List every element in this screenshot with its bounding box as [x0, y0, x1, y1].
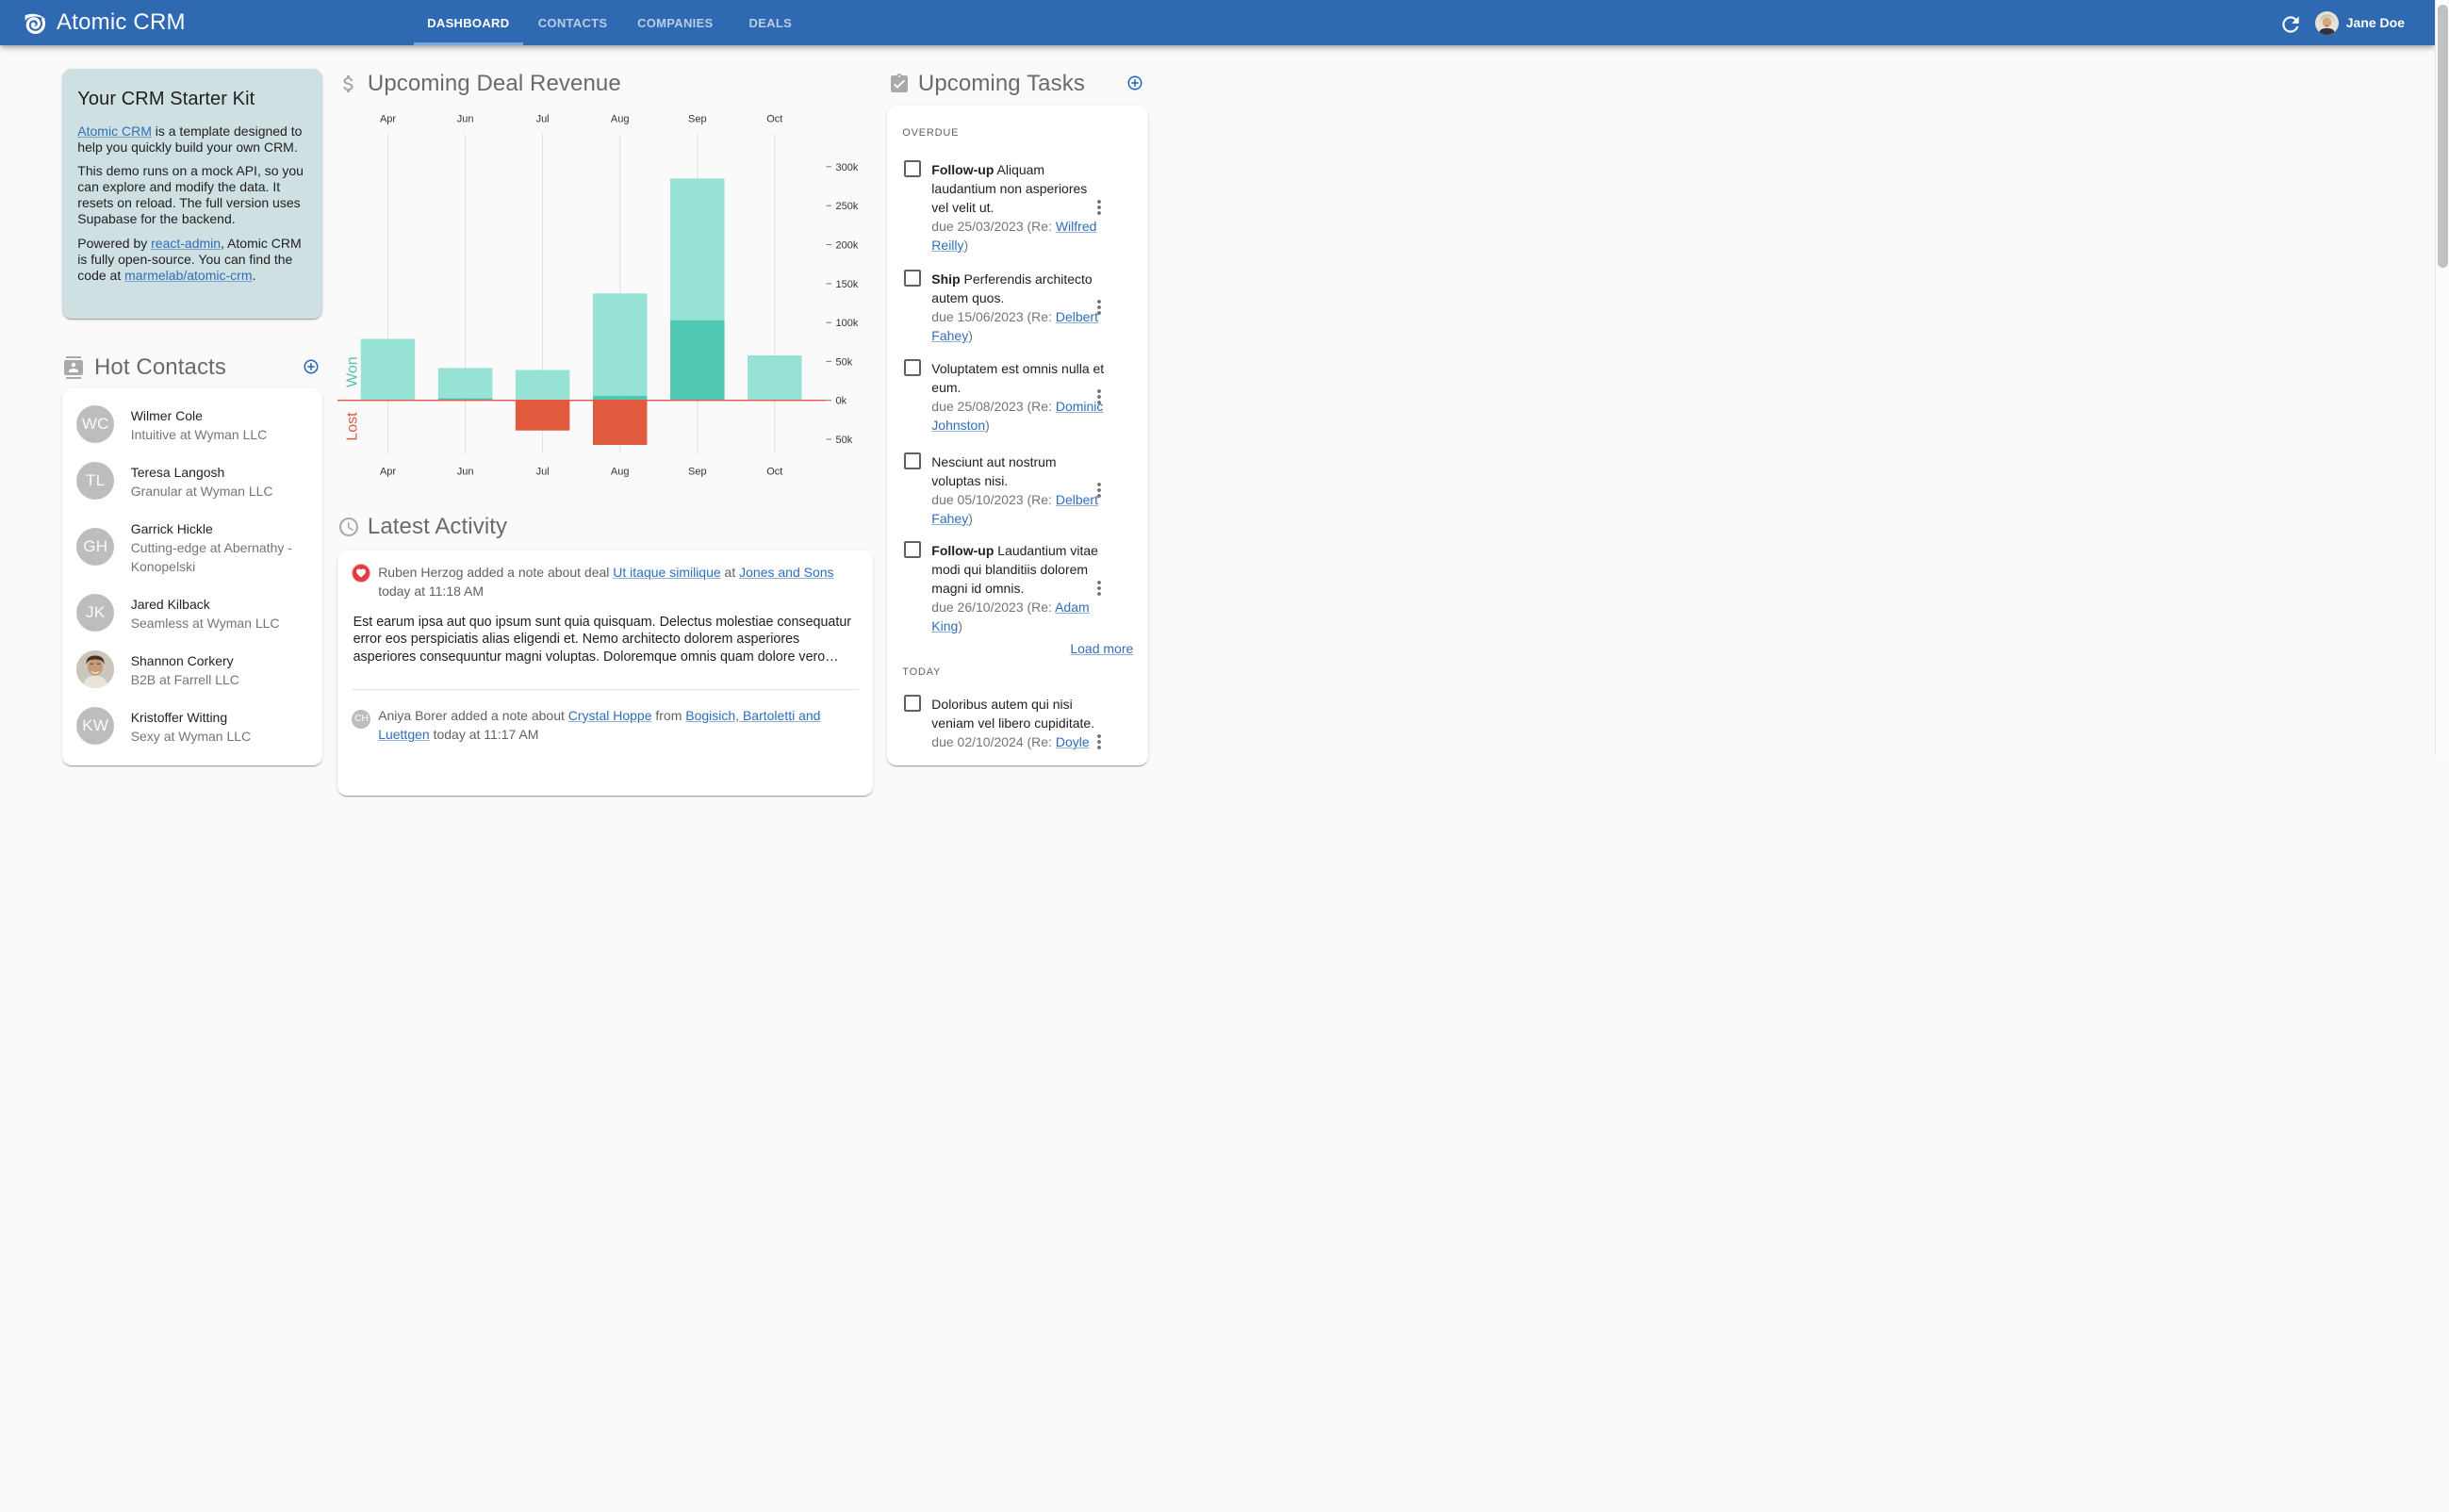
svg-text:Jun: Jun [457, 467, 474, 478]
svg-text:Jul: Jul [535, 114, 549, 125]
svg-text:Aug: Aug [611, 114, 630, 125]
svg-text:Lost: Lost [345, 412, 361, 441]
svg-text:Oct: Oct [766, 114, 782, 125]
svg-text:Apr: Apr [380, 467, 396, 478]
svg-text:50k: 50k [835, 435, 852, 446]
svg-text:100k: 100k [835, 318, 858, 329]
svg-text:50k: 50k [835, 356, 852, 368]
svg-text:Jun: Jun [457, 114, 474, 125]
svg-text:Sep: Sep [688, 114, 707, 125]
svg-text:Aug: Aug [611, 467, 630, 478]
svg-text:Won: Won [345, 356, 361, 387]
svg-text:250k: 250k [835, 201, 858, 212]
svg-text:300k: 300k [835, 162, 858, 173]
svg-text:Jul: Jul [535, 467, 549, 478]
svg-text:200k: 200k [835, 240, 858, 252]
svg-text:150k: 150k [835, 279, 858, 290]
svg-text:0k: 0k [835, 396, 846, 407]
svg-text:Apr: Apr [380, 114, 396, 125]
svg-text:Sep: Sep [688, 467, 707, 478]
svg-text:Oct: Oct [766, 467, 782, 478]
